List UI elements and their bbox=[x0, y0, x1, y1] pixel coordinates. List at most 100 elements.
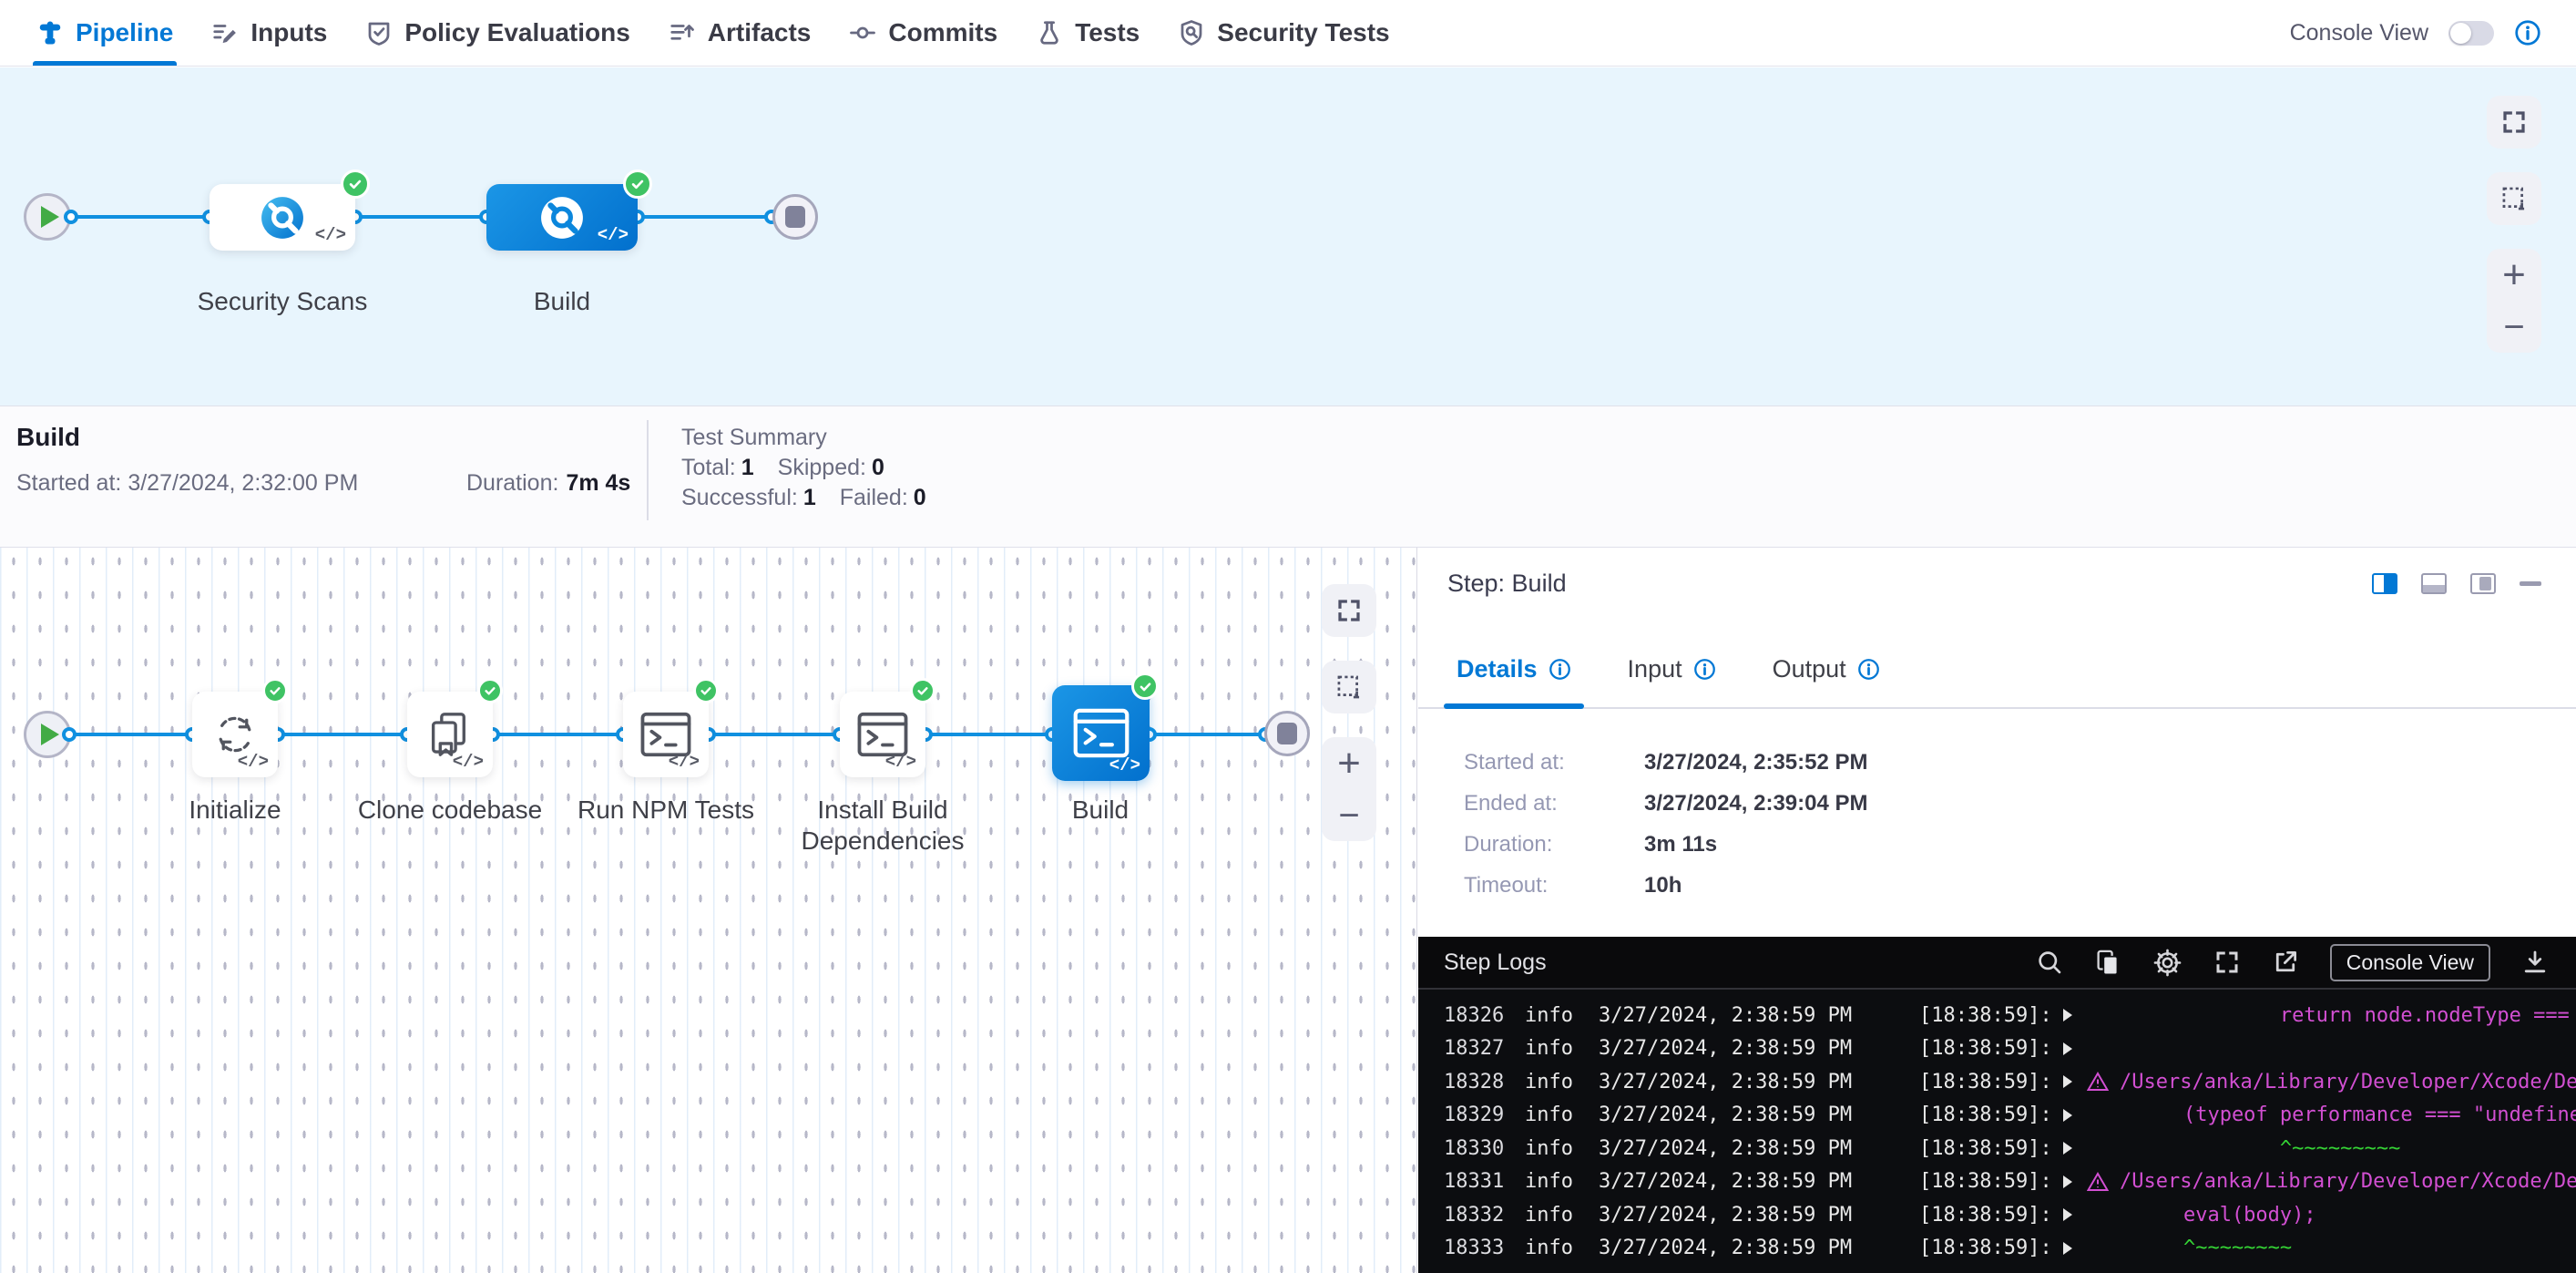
code-icon: </> bbox=[453, 752, 484, 772]
info-icon[interactable] bbox=[1857, 658, 1880, 681]
tab-policy-evaluations[interactable]: Policy Evaluations bbox=[365, 0, 629, 66]
log-line: 18328 info 3/27/2024, 2:38:59 PM [18:38:… bbox=[1444, 1065, 2576, 1099]
layout-bottom-panel-icon[interactable] bbox=[2421, 573, 2447, 594]
stage-node-build[interactable]: </> bbox=[486, 184, 638, 251]
success-badge bbox=[623, 169, 652, 199]
info-icon[interactable] bbox=[2514, 19, 2541, 46]
step-details-list: Started at: 3/27/2024, 2:35:52 PM Ended … bbox=[1464, 742, 1868, 906]
log-expand-arrow[interactable] bbox=[2063, 1208, 2087, 1221]
code-icon: </> bbox=[238, 752, 269, 772]
run-script-icon bbox=[1073, 708, 1130, 758]
log-level: info bbox=[1525, 1170, 1599, 1193]
log-expand-arrow[interactable] bbox=[2063, 1142, 2087, 1155]
step-node-clone-codebase[interactable]: </> bbox=[407, 692, 493, 777]
tab-label: Commits bbox=[888, 18, 997, 47]
log-expand-arrow[interactable] bbox=[2063, 1009, 2087, 1021]
log-expand-arrow[interactable] bbox=[2063, 1242, 2087, 1255]
tab-pipeline[interactable]: Pipeline bbox=[36, 0, 173, 66]
test-summary-title: Test Summary bbox=[681, 425, 827, 451]
detail-value: 3m 11s bbox=[1644, 832, 1717, 857]
copy-icon[interactable] bbox=[2094, 949, 2121, 976]
minimize-panel-icon[interactable] bbox=[2520, 581, 2541, 586]
layout-right-panel-icon[interactable] bbox=[2372, 573, 2397, 594]
nav-right: Console View bbox=[2290, 19, 2541, 46]
run-script-icon bbox=[640, 712, 691, 757]
tab-security-tests[interactable]: Security Tests bbox=[1178, 0, 1389, 66]
tab-tests[interactable]: Tests bbox=[1036, 0, 1140, 66]
zoom-in-button[interactable]: + bbox=[1337, 745, 1361, 782]
open-external-icon[interactable] bbox=[2272, 949, 2299, 976]
success-badge bbox=[262, 678, 288, 703]
step-graph-canvas[interactable]: </> Initialize </> Clone codebase </> bbox=[0, 548, 1417, 1273]
code-icon: </> bbox=[885, 752, 916, 772]
step-node-install-build-dependencies[interactable]: </> bbox=[840, 692, 925, 777]
log-line-number: 18332 bbox=[1444, 1204, 1525, 1227]
zoom-out-button[interactable]: − bbox=[1338, 797, 1359, 834]
log-expand-arrow[interactable] bbox=[2063, 1109, 2087, 1122]
log-line-number: 18331 bbox=[1444, 1170, 1525, 1193]
log-message: eval(body); bbox=[2087, 1204, 2316, 1227]
log-line: 18331 info 3/27/2024, 2:38:59 PM [18:38:… bbox=[1444, 1165, 2576, 1199]
log-expand-arrow[interactable] bbox=[2063, 1175, 2087, 1188]
step-label: Run NPM Tests bbox=[547, 795, 784, 826]
log-expand-arrow[interactable] bbox=[2063, 1042, 2087, 1055]
log-line-number: 18333 bbox=[1444, 1237, 1525, 1259]
edge bbox=[278, 733, 407, 736]
tab-commits[interactable]: Commits bbox=[849, 0, 997, 66]
info-icon[interactable] bbox=[1549, 658, 1571, 681]
code-icon: </> bbox=[1109, 755, 1140, 775]
code-icon: </> bbox=[669, 752, 700, 772]
success-badge bbox=[477, 678, 503, 703]
search-icon[interactable] bbox=[2036, 949, 2063, 976]
tab-label: Pipeline bbox=[76, 18, 173, 47]
settings-gear-icon[interactable] bbox=[2152, 948, 2182, 978]
detail-value: 10h bbox=[1644, 873, 1682, 898]
log-message: (typeof performance === "undefine bbox=[2087, 1104, 2576, 1126]
tab-details[interactable]: Details bbox=[1444, 655, 1584, 707]
panel-header: Step: Build bbox=[1418, 548, 2576, 619]
log-expand-arrow[interactable] bbox=[2063, 1075, 2087, 1088]
log-date: 3/27/2024, 2:38:59 PM bbox=[1599, 1037, 1919, 1060]
download-logs-icon[interactable] bbox=[2521, 949, 2549, 976]
edge bbox=[709, 733, 840, 736]
tab-inputs[interactable]: Inputs bbox=[211, 0, 327, 66]
step-node-build[interactable]: </> bbox=[1052, 685, 1150, 781]
play-icon bbox=[41, 206, 59, 228]
marquee-select-button[interactable] bbox=[2487, 172, 2541, 225]
success-badge bbox=[693, 678, 719, 703]
layout-floating-panel-icon[interactable] bbox=[2470, 573, 2496, 594]
step-logs-console[interactable]: 18326 info 3/27/2024, 2:38:59 PM [18:38:… bbox=[1418, 990, 2576, 1273]
stage-duration: Duration:7m 4s bbox=[466, 470, 630, 497]
stage-graph-canvas[interactable]: </> Security Scans </> Build + bbox=[0, 67, 2576, 406]
info-icon[interactable] bbox=[1693, 658, 1716, 681]
fullscreen-button[interactable] bbox=[2487, 96, 2541, 149]
fullscreen-icon[interactable] bbox=[2213, 949, 2241, 976]
active-tab-underline bbox=[33, 61, 177, 66]
tab-label: Tests bbox=[1075, 18, 1140, 47]
marquee-select-button[interactable] bbox=[1322, 661, 1376, 713]
fullscreen-button[interactable] bbox=[1322, 584, 1376, 637]
console-view-button[interactable]: Console View bbox=[2330, 944, 2490, 981]
log-level: info bbox=[1525, 1037, 1599, 1060]
tab-input[interactable]: Input bbox=[1615, 655, 1729, 707]
zoom-out-button[interactable]: − bbox=[2503, 309, 2524, 345]
log-date: 3/27/2024, 2:38:59 PM bbox=[1599, 1071, 1919, 1093]
step-panel-title: Step: Build bbox=[1447, 570, 1567, 598]
edge bbox=[71, 215, 210, 219]
pipeline-icon bbox=[36, 19, 64, 46]
commit-icon bbox=[849, 19, 876, 46]
flask-icon bbox=[1036, 19, 1063, 46]
success-badge bbox=[910, 678, 935, 703]
step-node-initialize[interactable]: </> bbox=[192, 692, 278, 777]
zoom-in-button[interactable]: + bbox=[2502, 257, 2526, 293]
console-view-label: Console View bbox=[2290, 20, 2428, 46]
log-line-number: 18329 bbox=[1444, 1104, 1525, 1126]
tab-artifacts[interactable]: Artifacts bbox=[669, 0, 812, 66]
code-icon: </> bbox=[598, 225, 629, 245]
stage-node-security-scans[interactable]: </> bbox=[210, 184, 355, 251]
step-node-run-npm-tests[interactable]: </> bbox=[623, 692, 709, 777]
console-view-toggle[interactable] bbox=[2448, 21, 2494, 46]
tab-output[interactable]: Output bbox=[1760, 655, 1893, 707]
detail-value: 3/27/2024, 2:39:04 PM bbox=[1644, 791, 1868, 816]
log-level: info bbox=[1525, 1237, 1599, 1259]
